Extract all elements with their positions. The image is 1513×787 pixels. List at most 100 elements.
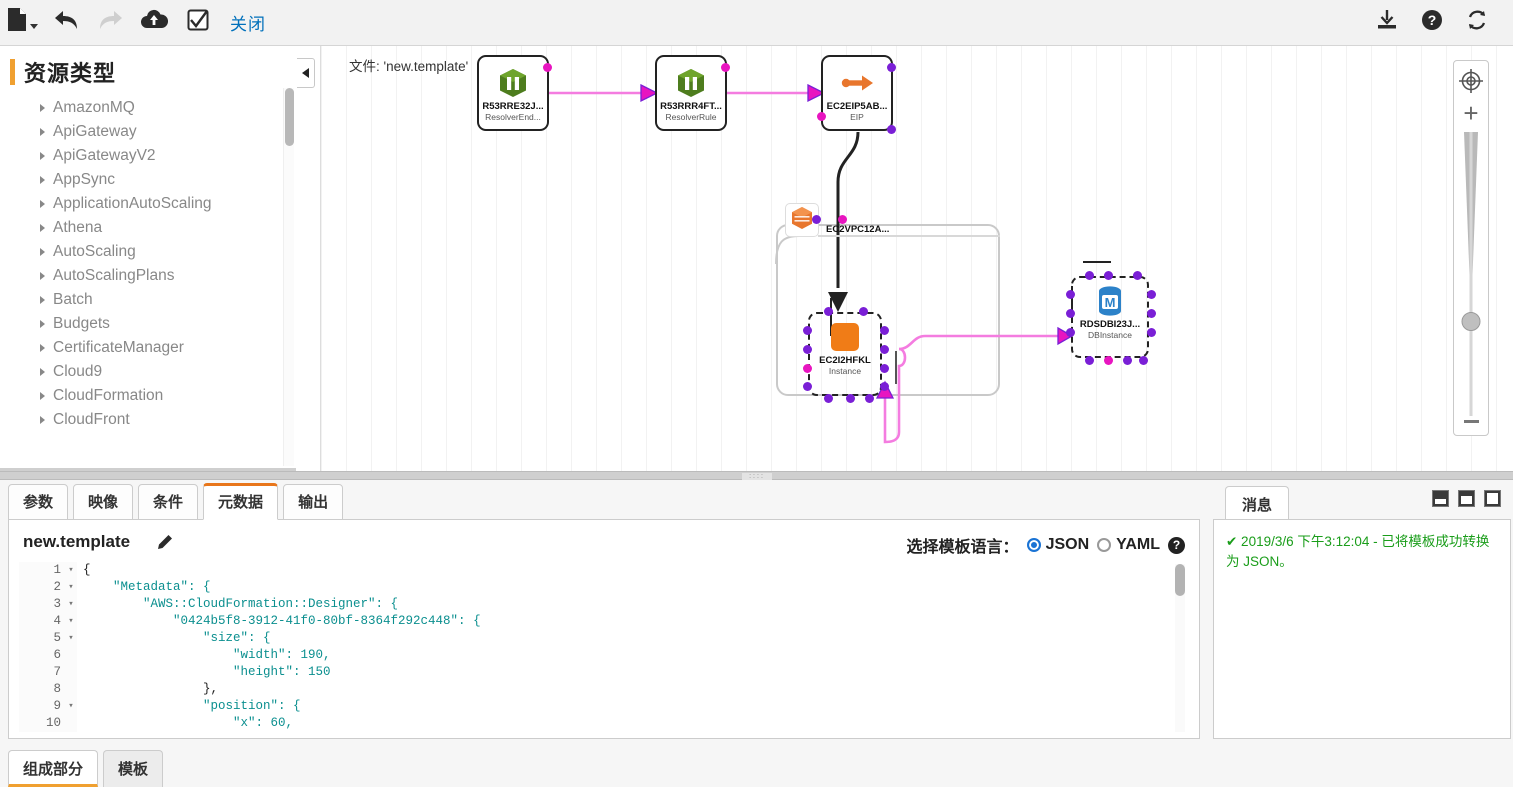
sidebar-scrollbar-thumb[interactable]	[285, 88, 294, 146]
validate-template-button[interactable]	[176, 0, 220, 46]
sidebar-item-budgets[interactable]: Budgets	[0, 312, 296, 336]
node-port-purple[interactable]	[824, 307, 833, 316]
node-port-purple[interactable]	[1147, 290, 1156, 299]
question-help-icon[interactable]: ?	[1168, 536, 1185, 554]
node-port-purple[interactable]	[824, 394, 833, 403]
sidebar-item-amazonmq[interactable]: AmazonMQ	[0, 96, 296, 120]
node-port-purple[interactable]	[803, 382, 812, 391]
zoom-in-button[interactable]: +	[1463, 100, 1478, 126]
node-port-purple[interactable]	[1066, 309, 1075, 318]
fold-toggle-icon[interactable]: ▾	[65, 562, 77, 579]
fold-toggle-icon[interactable]: ▾	[65, 630, 77, 647]
fold-toggle-icon[interactable]: ▾	[65, 579, 77, 596]
node-card-selected[interactable]: M RDSDBI23J... DBInstance	[1071, 276, 1149, 358]
node-port-purple[interactable]	[880, 345, 889, 354]
radio-json[interactable]	[1026, 538, 1041, 552]
node-port-purple[interactable]	[1133, 271, 1142, 280]
tab-metadata[interactable]: 元数据	[203, 483, 279, 520]
radio-yaml[interactable]	[1097, 538, 1112, 552]
node-port-purple[interactable]	[1066, 290, 1075, 299]
panel-size-large-icon[interactable]	[1484, 490, 1501, 507]
node-port-purple[interactable]	[865, 394, 874, 403]
code-scrollbar-thumb[interactable]	[1175, 564, 1185, 596]
pencil-edit-button[interactable]	[157, 534, 173, 555]
upload-template-button[interactable]	[132, 0, 176, 46]
radio-yaml-label[interactable]: YAML	[1116, 536, 1160, 554]
fold-toggle-icon[interactable]	[65, 664, 77, 681]
sidebar-item-autoscalingplans[interactable]: AutoScalingPlans	[0, 264, 296, 288]
tab-components[interactable]: 组成部分	[8, 750, 99, 787]
sidebar-item-autoscaling[interactable]: AutoScaling	[0, 240, 296, 264]
fold-toggle-icon[interactable]: ▾	[65, 596, 77, 613]
sidebar-item-cloud9[interactable]: Cloud9	[0, 360, 296, 384]
node-port-purple[interactable]	[1139, 356, 1148, 365]
sidebar-item-athena[interactable]: Athena	[0, 216, 296, 240]
designer-canvas[interactable]: 文件: 'new.template' EC2VPC12A... R53RRE32…	[320, 46, 1513, 471]
node-port-purple[interactable]	[1147, 328, 1156, 337]
refresh-button[interactable]	[1454, 0, 1499, 46]
node-port-purple[interactable]	[1123, 356, 1132, 365]
fold-toggle-icon[interactable]	[65, 647, 77, 664]
fold-toggle-icon[interactable]	[65, 715, 77, 732]
code-editor[interactable]: 1 ▾ { 2 ▾ "Metadata": { 3 ▾ "AWS::CloudF…	[19, 562, 1179, 732]
node-port-purple[interactable]	[880, 382, 889, 391]
fold-toggle-icon[interactable]: ▾	[65, 613, 77, 630]
node-port-purple[interactable]	[803, 345, 812, 354]
tab-outputs[interactable]: 输出	[283, 484, 344, 520]
zoom-slider-thumb[interactable]	[1461, 312, 1481, 331]
node-port-purple[interactable]	[1147, 309, 1156, 318]
sidebar-item-applicationautoscaling[interactable]: ApplicationAutoScaling	[0, 192, 296, 216]
node-port-purple[interactable]	[1066, 328, 1075, 337]
node-port-purple[interactable]	[880, 326, 889, 335]
node-port-purple[interactable]	[1104, 271, 1113, 280]
node-port-purple[interactable]	[1085, 271, 1094, 280]
node-port-purple[interactable]	[1085, 356, 1094, 365]
node-card-selected[interactable]: EC2I2HFKL Instance	[808, 312, 882, 396]
node-port-pink[interactable]	[721, 63, 730, 72]
sidebar-item-apigatewayv2[interactable]: ApiGatewayV2	[0, 144, 296, 168]
file-menu-button[interactable]	[0, 0, 44, 46]
tab-template[interactable]: 模板	[103, 750, 164, 787]
tab-mappings[interactable]: 映像	[73, 484, 134, 520]
node-card[interactable]: R53RRE32J... ResolverEnd...	[477, 55, 549, 131]
splitter-grip[interactable]: ::::	[742, 473, 772, 480]
node-port-purple[interactable]	[859, 307, 868, 316]
tab-messages[interactable]: 消息	[1225, 486, 1290, 523]
sidebar-item-appsync[interactable]: AppSync	[0, 168, 296, 192]
fold-toggle-icon[interactable]: ▾	[65, 698, 77, 715]
canvas-zoom-control[interactable]: +	[1453, 60, 1489, 436]
sidebar-item-cloudformation[interactable]: CloudFormation	[0, 384, 296, 408]
panel-splitter[interactable]: ::::	[0, 471, 1513, 480]
radio-json-label[interactable]: JSON	[1046, 536, 1090, 554]
undo-button[interactable]	[44, 0, 88, 46]
redo-button[interactable]	[88, 0, 132, 46]
node-card[interactable]: R53RRR4FT... ResolverRule	[655, 55, 727, 131]
tab-conditions[interactable]: 条件	[138, 484, 199, 520]
node-port-pink[interactable]	[817, 112, 826, 121]
download-button[interactable]	[1364, 0, 1409, 46]
node-port-purple[interactable]	[887, 63, 896, 72]
code-scrollbar[interactable]	[1175, 564, 1185, 732]
sidebar-scrollbar[interactable]	[283, 88, 294, 466]
node-card[interactable]: EC2EIP5AB... EIP	[821, 55, 893, 131]
zoom-out-button[interactable]	[1463, 420, 1479, 423]
close-button[interactable]: 关闭	[220, 10, 276, 35]
sidebar-item-batch[interactable]: Batch	[0, 288, 296, 312]
node-port-purple[interactable]	[887, 125, 896, 134]
node-port-pink[interactable]	[803, 364, 812, 373]
vpc-port-pink[interactable]	[838, 215, 847, 224]
node-port-pink[interactable]	[543, 63, 552, 72]
fold-toggle-icon[interactable]	[65, 681, 77, 698]
panel-size-medium-icon[interactable]	[1458, 490, 1475, 507]
sidebar-item-apigateway[interactable]: ApiGateway	[0, 120, 296, 144]
help-button[interactable]: ?	[1409, 0, 1454, 46]
vpc-port-purple[interactable]	[812, 215, 821, 224]
node-port-purple[interactable]	[846, 394, 855, 403]
sidebar-item-certificatemanager[interactable]: CertificateManager	[0, 336, 296, 360]
fit-to-screen-button[interactable]	[1458, 68, 1484, 99]
node-port-pink[interactable]	[1104, 356, 1113, 365]
node-port-purple[interactable]	[880, 364, 889, 373]
panel-size-small-icon[interactable]	[1432, 490, 1449, 507]
sidebar-item-cloudfront[interactable]: CloudFront	[0, 408, 296, 432]
node-port-purple[interactable]	[803, 326, 812, 335]
